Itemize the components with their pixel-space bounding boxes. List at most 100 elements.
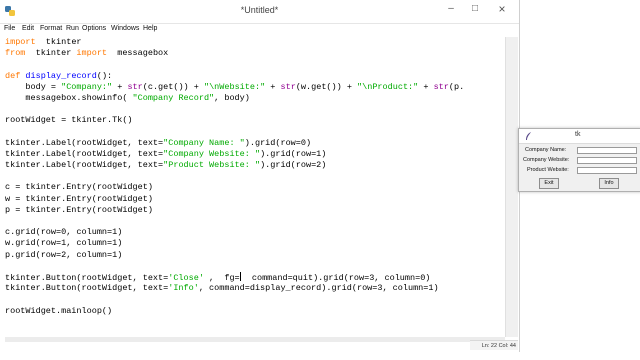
editor-titlebar: *Untitled* – □ ×: [0, 0, 519, 24]
code-token: display_record: [25, 70, 97, 81]
code-token: +: [265, 81, 281, 92]
horizontal-scrollbar[interactable]: [5, 337, 505, 342]
idle-editor-window: *Untitled* – □ × File Edit Format Run Op…: [0, 0, 520, 352]
code-line: def display_record():: [5, 71, 505, 82]
code-token: body =: [5, 81, 62, 92]
code-token: rootWidget = tkinter.Tk(): [5, 115, 133, 126]
company-website-entry[interactable]: [577, 157, 637, 164]
code-token: "Company:": [61, 81, 113, 92]
code-token: +: [418, 81, 434, 92]
code-token: def: [5, 70, 21, 81]
code-line: rootWidget = tkinter.Tk(): [5, 115, 505, 126]
code-token: tkinter: [35, 37, 82, 47]
code-token: 'Info': [168, 283, 199, 294]
tk-window-title: tk: [575, 131, 581, 138]
code-token: , command=display_record).grid(row=3, co…: [198, 283, 439, 294]
code-line: w = tkinter.Entry(rootWidget): [5, 194, 505, 205]
code-token: tkinter.Label(rootWidget, text=: [5, 160, 164, 171]
code-token: +: [112, 81, 128, 92]
code-line: tkinter.Button(rootWidget, text='Info', …: [5, 283, 505, 294]
feather-icon: [526, 132, 531, 140]
exit-button[interactable]: Exit: [539, 178, 559, 189]
code-editor[interactable]: import tkinter from tkinter import messag…: [5, 37, 505, 317]
product-website-entry[interactable]: [577, 167, 637, 174]
code-line: p.grid(row=2, column=1): [5, 250, 505, 261]
code-token: (p.: [448, 81, 465, 92]
code-token: import: [5, 37, 36, 47]
status-line-col: Ln: 22 Col: 44: [470, 340, 518, 350]
menu-windows[interactable]: Windows: [111, 25, 139, 32]
code-line: from tkinter import messagebox: [5, 48, 505, 59]
code-token: ).grid(row=1): [260, 148, 327, 159]
code-token: c = tkinter.Entry(rootWidget): [5, 182, 153, 193]
code-token: , fg=: [203, 272, 240, 283]
menu-run[interactable]: Run: [66, 25, 79, 32]
code-token: tkinter.Label(rootWidget, text=: [5, 137, 164, 148]
code-token: (w.get()) +: [295, 81, 358, 92]
minimize-button[interactable]: –: [440, 0, 462, 18]
info-button[interactable]: Info: [599, 178, 619, 189]
code-line: tkinter.Button(rootWidget, text='Close' …: [5, 271, 505, 283]
code-token: "Company Name: ": [163, 137, 245, 148]
company-website-label: Company Website:: [523, 157, 570, 163]
code-token: c.grid(row=0, column=1): [5, 227, 123, 238]
code-token: ).grid(row=0): [244, 137, 312, 148]
tk-app-window: tk Company Name: Company Website: Produc…: [518, 128, 640, 192]
code-line: tkinter.Label(rootWidget, text="Company …: [5, 138, 505, 149]
code-line: import tkinter: [5, 37, 505, 48]
code-token: tkinter.Label(rootWidget, text=: [5, 148, 164, 159]
product-website-label: Product Website:: [527, 167, 569, 173]
code-line: c.grid(row=0, column=1): [5, 227, 505, 238]
code-token: "\nWebsite:": [203, 81, 266, 92]
code-token: 'Close': [168, 272, 204, 283]
menu-file[interactable]: File: [4, 25, 15, 32]
code-token: messagebox: [107, 48, 169, 59]
code-token: p = tkinter.Entry(rootWidget): [5, 204, 153, 215]
code-token: w = tkinter.Entry(rootWidget): [5, 193, 153, 204]
tk-titlebar: tk: [519, 129, 640, 144]
maximize-button[interactable]: □: [464, 0, 486, 18]
code-token: "\nProduct:": [357, 81, 419, 92]
company-name-entry[interactable]: [577, 147, 637, 154]
code-token: , body): [214, 92, 250, 103]
code-line: p = tkinter.Entry(rootWidget): [5, 205, 505, 216]
menubar: File Edit Format Run Options Windows Hel…: [0, 24, 519, 36]
code-token: rootWidget.mainloop(): [5, 305, 113, 316]
code-line: w.grid(row=1, column=1): [5, 238, 505, 249]
code-token: w.grid(row=1, column=1): [5, 238, 123, 249]
company-name-label: Company Name:: [525, 147, 567, 153]
code-token: "Company Website: ": [163, 148, 261, 159]
code-token: tkinter.Button(rootWidget, text=: [5, 272, 169, 283]
menu-help[interactable]: Help: [143, 25, 157, 32]
code-token: tkinter.Button(rootWidget, text=: [5, 283, 169, 294]
code-token: from: [5, 48, 26, 59]
code-token: "Company Record": [132, 92, 215, 103]
code-token: command=quit).grid(row=3, column=0): [241, 272, 431, 283]
code-line: messagebox.showinfo( "Company Record", b…: [5, 93, 505, 104]
code-token: ():: [96, 70, 113, 81]
code-token: str: [433, 81, 449, 92]
code-token: (c.get()) +: [142, 81, 204, 92]
code-line: rootWidget.mainloop(): [5, 306, 505, 317]
code-token: messagebox.showinfo(: [5, 92, 133, 103]
menu-format[interactable]: Format: [40, 25, 62, 32]
menu-options[interactable]: Options: [82, 25, 106, 32]
vertical-scrollbar[interactable]: [505, 37, 518, 337]
text-cursor: [239, 271, 241, 281]
close-button[interactable]: ×: [488, 0, 516, 18]
menu-edit[interactable]: Edit: [22, 25, 34, 32]
code-line: tkinter.Label(rootWidget, text="Product …: [5, 160, 505, 171]
code-line: body = "Company:" + str (c.get()) + "\nWe…: [5, 82, 505, 93]
code-token: p.grid(row=2, column=1): [5, 249, 123, 260]
code-token: "Product Website: ": [163, 160, 261, 171]
code-token: tkinter: [25, 48, 77, 59]
code-token: str: [280, 81, 296, 92]
code-line: c = tkinter.Entry(rootWidget): [5, 182, 505, 193]
